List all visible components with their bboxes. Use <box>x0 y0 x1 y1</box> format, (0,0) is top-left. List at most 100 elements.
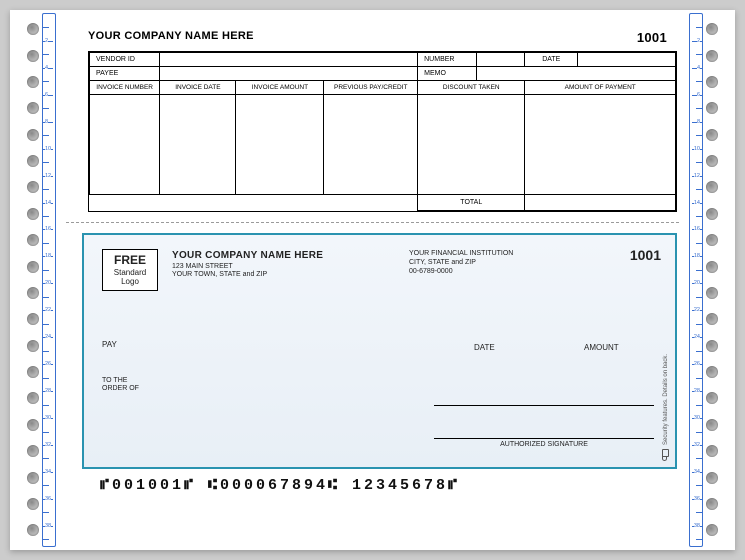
payee-label: PAYEE <box>90 67 160 81</box>
tractor-hole <box>27 498 39 510</box>
tractor-hole <box>27 102 39 114</box>
check-company-addr1: 123 MAIN STREET <box>172 263 323 272</box>
ruler-number: 22 <box>45 307 51 313</box>
tractor-hole <box>27 392 39 404</box>
ruler-number: 10 <box>45 146 51 152</box>
check-company-block: YOUR COMPANY NAME HERE 123 MAIN STREET Y… <box>172 250 323 280</box>
tractor-hole <box>706 102 718 114</box>
vendor-id-label: VENDOR ID <box>90 53 160 67</box>
perforation-line <box>66 222 679 223</box>
col-invoice-amount: INVOICE AMOUNT <box>236 81 324 95</box>
cell-discount[interactable] <box>418 95 525 195</box>
tractor-hole <box>27 261 39 273</box>
tractor-hole <box>27 419 39 431</box>
tractor-hole <box>706 287 718 299</box>
ruler-number: 28 <box>45 388 51 394</box>
tractor-hole <box>27 234 39 246</box>
total-field[interactable] <box>525 195 676 211</box>
voucher-stub: VENDOR ID NUMBER DATE PAYEE MEMO INVOICE… <box>88 51 677 212</box>
ruler-number: 24 <box>45 334 51 340</box>
cell-invoice-date[interactable] <box>160 95 236 195</box>
vendor-id-field[interactable] <box>160 53 418 67</box>
tractor-hole <box>27 340 39 352</box>
cell-prev-pay[interactable] <box>324 95 418 195</box>
ruler-number: 22 <box>694 307 700 313</box>
tractor-hole <box>706 261 718 273</box>
tractor-hole <box>706 419 718 431</box>
tractor-hole <box>706 524 718 536</box>
padlock-icon <box>663 449 670 457</box>
ruler-number: 18 <box>45 253 51 259</box>
ruler-number: 26 <box>694 361 700 367</box>
ruler-number: 38 <box>694 523 700 529</box>
tractor-hole <box>706 76 718 88</box>
date-label: DATE <box>525 53 578 67</box>
ruler-number: 28 <box>694 388 700 394</box>
tractor-hole <box>706 498 718 510</box>
ruler-number: 32 <box>45 442 51 448</box>
cell-invoice-number[interactable] <box>90 95 160 195</box>
tractor-hole <box>27 287 39 299</box>
tractor-hole <box>706 23 718 35</box>
ruler-number: 8 <box>697 119 700 125</box>
cell-invoice-amount[interactable] <box>236 95 324 195</box>
check-bank-block: YOUR FINANCIAL INSTITUTION CITY, STATE a… <box>409 250 513 276</box>
logo-free: FREE <box>114 254 146 268</box>
ruler-number: 6 <box>45 92 48 98</box>
check-number: 1001 <box>630 247 661 263</box>
ruler-number: 36 <box>694 496 700 502</box>
memo-label: MEMO <box>418 67 477 81</box>
ruler-number: 26 <box>45 361 51 367</box>
micr-line: ⑈001001⑈ ⑆000067894⑆ 12345678⑈ <box>100 477 683 494</box>
col-prev-pay: PREVIOUS PAY/CREDIT <box>324 81 418 95</box>
tractor-hole <box>27 76 39 88</box>
ruler-number: 34 <box>45 469 51 475</box>
tractor-hole <box>706 313 718 325</box>
ruler-number: 14 <box>45 200 51 206</box>
ruler-number: 2 <box>697 38 700 44</box>
check-bank-addr: CITY, STATE and ZIP <box>409 259 513 268</box>
check-amount-label: AMOUNT <box>584 343 619 352</box>
ruler-left: 2468101214161820222426283032343638 <box>42 13 56 547</box>
tractor-hole <box>706 181 718 193</box>
tractor-hole <box>706 208 718 220</box>
col-invoice-date: INVOICE DATE <box>160 81 236 95</box>
tractor-hole <box>706 129 718 141</box>
check-panel: FREE Standard Logo YOUR COMPANY NAME HER… <box>82 233 677 469</box>
ruler-number: 12 <box>694 173 700 179</box>
col-amount-payment: AMOUNT OF PAYMENT <box>525 81 676 95</box>
tractor-hole <box>27 155 39 167</box>
tractor-hole <box>706 340 718 352</box>
ruler-number: 34 <box>694 469 700 475</box>
check-bank-name: YOUR FINANCIAL INSTITUTION <box>409 250 513 259</box>
signature-label: AUTHORIZED SIGNATURE <box>500 441 588 448</box>
ruler-number: 18 <box>694 253 700 259</box>
ruler-number: 30 <box>45 415 51 421</box>
number-field[interactable] <box>476 53 525 67</box>
ruler-number: 38 <box>45 523 51 529</box>
col-discount: DISCOUNT TAKEN <box>418 81 525 95</box>
security-strip: Security features. Details on back. <box>661 275 671 457</box>
tractor-hole <box>27 129 39 141</box>
check-bank-routing: 00-6789-0000 <box>409 268 513 277</box>
ruler-number: 32 <box>694 442 700 448</box>
payee-field[interactable] <box>160 67 418 81</box>
ruler-number: 8 <box>45 119 48 125</box>
order-line1: TO THE <box>102 377 127 384</box>
ruler-number: 6 <box>697 92 700 98</box>
ruler-number: 36 <box>45 496 51 502</box>
voucher-number: 1001 <box>637 30 673 45</box>
tractor-hole <box>706 445 718 457</box>
memo-field[interactable] <box>476 67 675 81</box>
ruler-number: 4 <box>697 65 700 71</box>
order-line2: ORDER OF <box>102 385 139 392</box>
tractor-hole <box>27 208 39 220</box>
pay-label: PAY <box>102 340 117 349</box>
date-field[interactable] <box>578 53 676 67</box>
tractor-hole <box>27 445 39 457</box>
ruler-number: 14 <box>694 200 700 206</box>
ruler-number: 20 <box>45 280 51 286</box>
ruler-number: 30 <box>694 415 700 421</box>
cell-amount-payment[interactable] <box>525 95 676 195</box>
check-company-name: YOUR COMPANY NAME HERE <box>172 250 323 263</box>
